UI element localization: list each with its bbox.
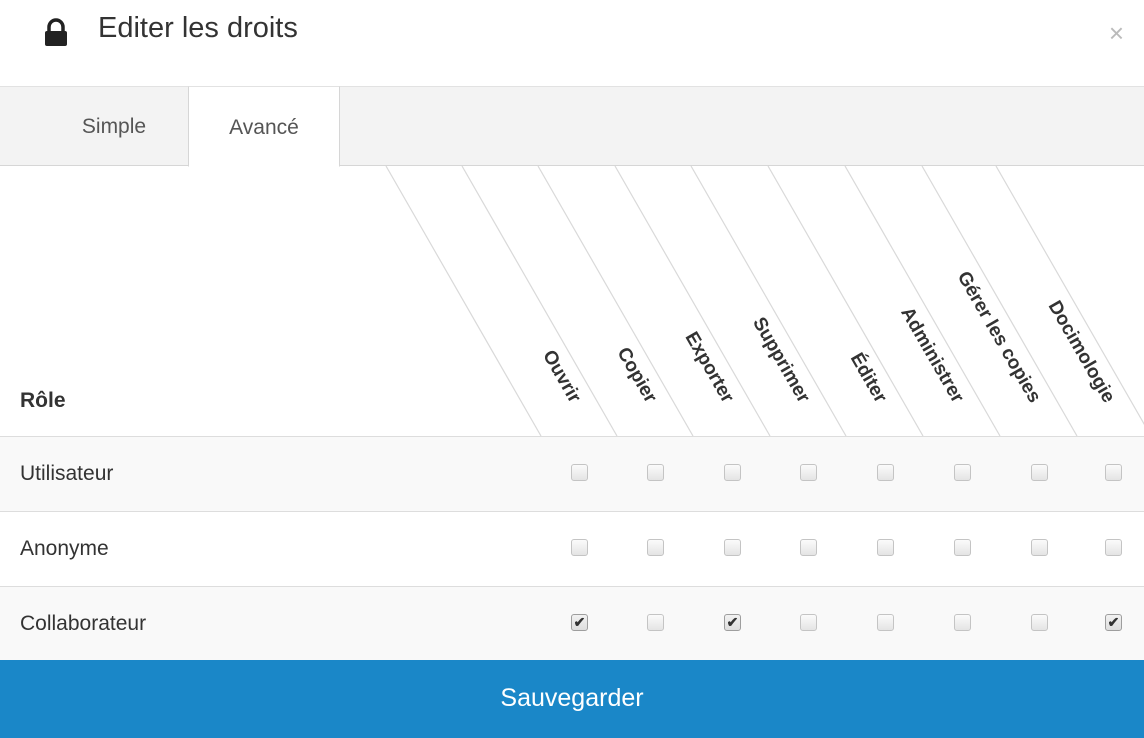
permission-checkbox[interactable]	[647, 614, 664, 631]
permission-checkbox[interactable]	[877, 614, 894, 631]
permission-header-0: Ouvrir	[538, 347, 585, 407]
table-row: Collaborateur ✔ ✔ ✔	[0, 586, 1144, 661]
permission-checkbox[interactable]	[1031, 614, 1048, 631]
role-label: Collaborateur	[20, 612, 147, 635]
permission-checkbox[interactable]	[800, 464, 817, 481]
header-divider	[995, 166, 1144, 426]
permission-checkbox[interactable]	[647, 539, 664, 556]
role-column-header: Rôle	[20, 389, 66, 412]
header-divider	[461, 166, 618, 436]
permission-header-1: Copier	[613, 344, 662, 407]
tab-bar: Simple Avancé	[0, 86, 1144, 167]
permissions-table-body: Utilisateur Anonyme Collaborateur ✔ ✔ ✔	[0, 436, 1144, 661]
table-row: Anonyme	[0, 511, 1144, 586]
permission-checkbox[interactable]	[800, 614, 817, 631]
permission-checkbox[interactable]	[724, 539, 741, 556]
permission-checkbox[interactable]	[1105, 464, 1122, 481]
dialog-header: Editer les droits ×	[0, 0, 1144, 86]
permission-checkbox[interactable]	[571, 464, 588, 481]
permission-checkbox[interactable]	[1105, 539, 1122, 556]
permission-checkbox[interactable]	[800, 539, 817, 556]
header-divider	[385, 166, 542, 436]
permission-checkbox[interactable]	[954, 539, 971, 556]
permission-checkbox[interactable]	[877, 464, 894, 481]
permission-checkbox[interactable]	[1031, 539, 1048, 556]
permission-checkbox[interactable]	[724, 464, 741, 481]
tab-avance[interactable]: Avancé	[188, 86, 340, 167]
permission-checkbox[interactable]: ✔	[724, 614, 741, 631]
permission-headers: Ouvrir Copier Exporter Supprimer Éditer Admin…	[385, 166, 1144, 436]
permission-checkbox[interactable]	[954, 464, 971, 481]
permission-checkbox[interactable]	[647, 464, 664, 481]
permission-checkbox[interactable]: ✔	[571, 614, 588, 631]
permission-checkbox[interactable]: ✔	[1105, 614, 1122, 631]
save-button[interactable]: Sauvegarder	[0, 660, 1144, 738]
permission-header-3: Supprimer	[748, 314, 814, 407]
permission-header-2: Exporter	[681, 328, 739, 407]
permission-checkbox[interactable]	[1031, 464, 1048, 481]
table-row: Utilisateur	[0, 436, 1144, 511]
dialog-title: Editer les droits	[98, 12, 298, 44]
lock-icon	[45, 18, 67, 46]
permission-checkbox[interactable]	[954, 614, 971, 631]
role-label: Anonyme	[20, 537, 109, 560]
close-icon[interactable]: ×	[1109, 18, 1124, 49]
permission-checkbox[interactable]	[877, 539, 894, 556]
role-label: Utilisateur	[20, 462, 114, 485]
permission-header-6: Gérer les copies	[953, 268, 1045, 407]
tab-simple[interactable]: Simple	[40, 86, 188, 167]
permission-header-4: Éditer	[846, 349, 892, 407]
permission-checkbox[interactable]	[571, 539, 588, 556]
